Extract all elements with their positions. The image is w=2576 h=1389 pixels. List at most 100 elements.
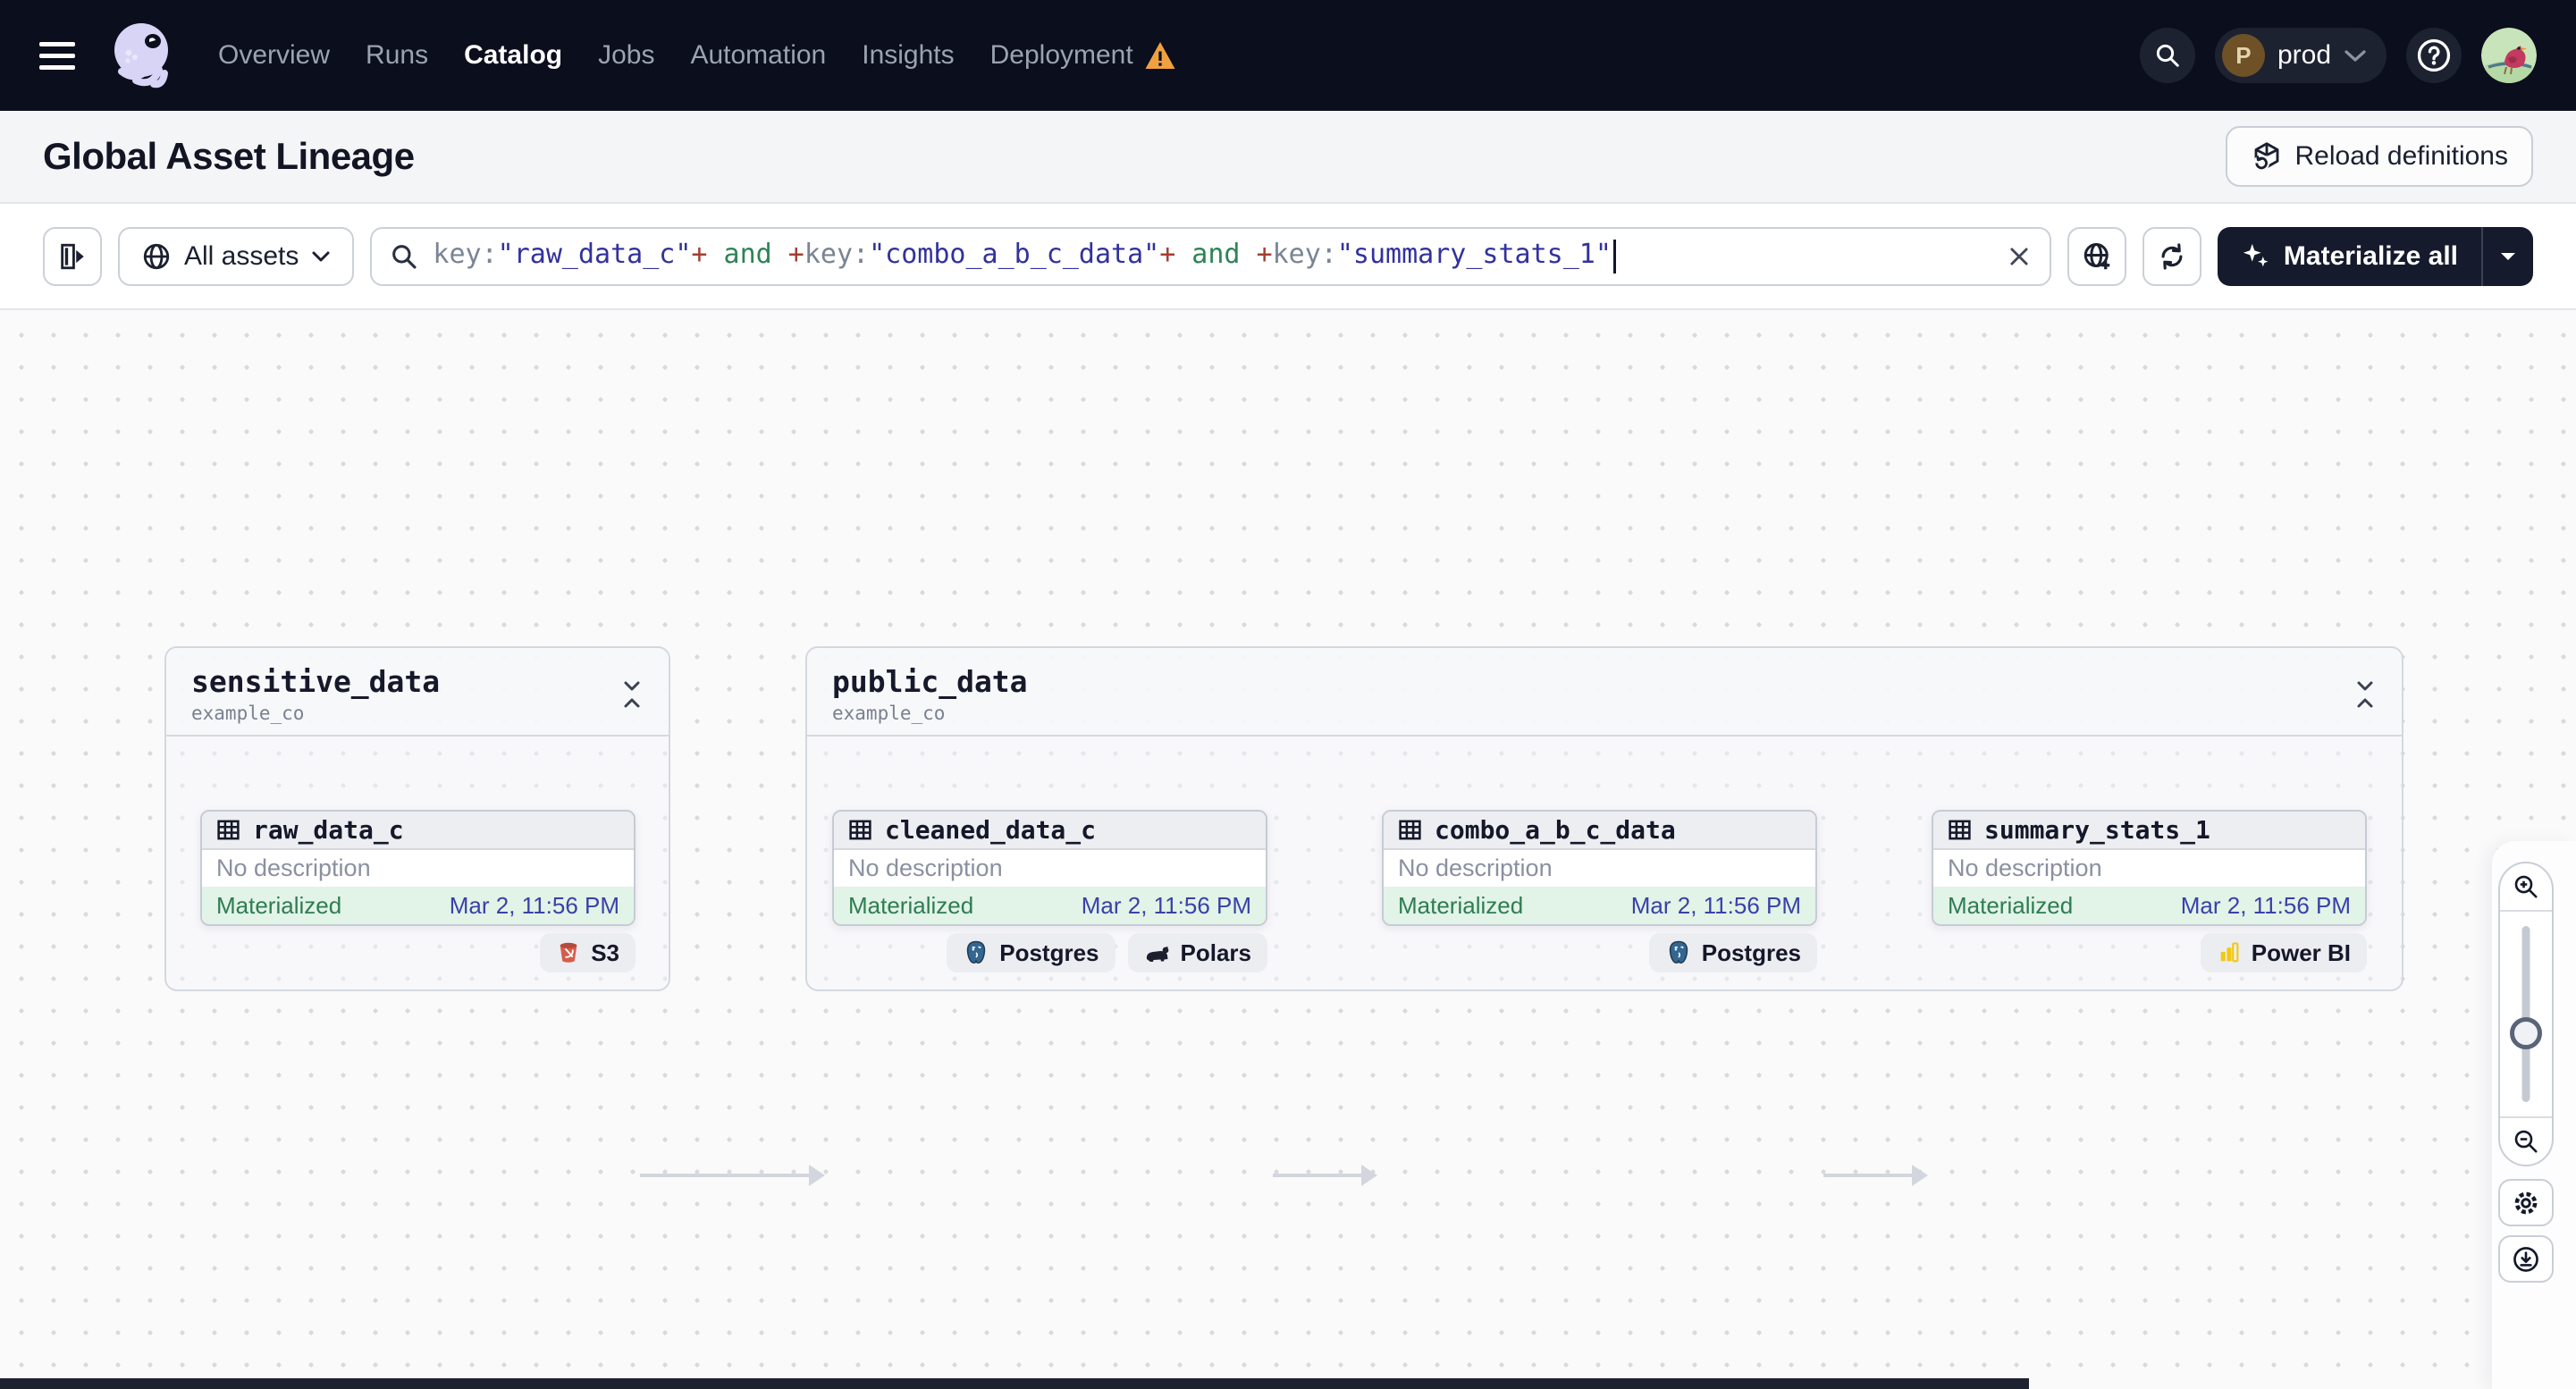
asset-name: cleaned_data_c <box>885 815 1097 845</box>
zoom-slider[interactable] <box>2500 912 2552 1116</box>
zoom-controls <box>2498 862 2554 1166</box>
query-token: + <box>787 239 804 271</box>
zoom-slider-thumb[interactable] <box>2510 1017 2542 1049</box>
user-avatar[interactable] <box>2481 28 2537 83</box>
query-token: "raw_data_c" <box>497 239 692 271</box>
toggle-sidebar-button[interactable] <box>43 226 102 286</box>
power-bi-icon <box>2217 940 2242 965</box>
asset-name: raw_data_c <box>253 815 404 845</box>
global-search-button[interactable] <box>2139 28 2195 83</box>
clear-search-icon[interactable] <box>2007 244 2032 269</box>
environment-switcher[interactable]: P prod <box>2214 28 2387 83</box>
query-token: + <box>1256 239 1273 271</box>
lineage-toolbar: All assets key:"raw_data_c"+ and +key:"c… <box>0 204 2576 310</box>
open-in-new-scope-button[interactable] <box>2067 226 2126 286</box>
asset-kind-badges: Postgres <box>1648 933 1817 972</box>
nav-item-catalog[interactable]: Catalog <box>464 40 562 71</box>
badge-s3[interactable]: S3 <box>540 933 636 972</box>
nav-item-runs[interactable]: Runs <box>366 40 428 71</box>
asset-kind-badges: Postgres Polars <box>947 933 1267 972</box>
badge-polars[interactable]: Polars <box>1127 933 1267 972</box>
asset-selection-query: key:"raw_data_c"+ and +key:"combo_a_b_c_… <box>433 239 1992 274</box>
nav-item-overview[interactable]: Overview <box>218 40 330 71</box>
nav-item-automation[interactable]: Automation <box>690 40 826 71</box>
collapse-group-icon[interactable] <box>620 679 644 710</box>
badge-postgres[interactable]: Postgres <box>1648 933 1817 972</box>
lineage-canvas[interactable]: sensitive_data example_co public_data ex… <box>0 310 2576 1389</box>
query-token: key: <box>433 239 498 271</box>
nav-item-insights[interactable]: Insights <box>862 40 954 71</box>
asset-node-cleaned-data-c[interactable]: cleaned_data_c No description Materializ… <box>832 810 1267 926</box>
nav-item-deployment[interactable]: Deployment <box>990 40 1176 71</box>
query-token: key: <box>804 239 870 271</box>
globe-plus-icon <box>2081 240 2113 273</box>
group-name: sensitive_data <box>191 664 441 699</box>
postgres-icon <box>1665 939 1692 966</box>
navbar-actions: P prod <box>2139 28 2537 83</box>
table-icon <box>847 817 873 843</box>
zoom-slider-track[interactable] <box>2521 926 2530 1102</box>
badge-power-bi[interactable]: Power BI <box>2200 933 2367 972</box>
group-code-location: example_co <box>191 703 305 724</box>
dagster-logo[interactable] <box>102 16 181 95</box>
zoom-out-button[interactable] <box>2500 1116 2552 1165</box>
query-token: + <box>1159 239 1176 271</box>
environment-initial-badge: P <box>2221 34 2265 77</box>
refresh-graph-button[interactable] <box>2142 226 2201 286</box>
nav-item-jobs[interactable]: Jobs <box>598 40 654 71</box>
asset-materialization-time[interactable]: Mar 2, 11:56 PM <box>1082 892 1251 920</box>
graph-settings-button[interactable] <box>2498 1179 2554 1226</box>
group-header[interactable]: public_data example_co <box>807 648 2402 737</box>
materialize-all-main[interactable]: Materialize all <box>2218 227 2481 286</box>
query-token: key: <box>1272 239 1337 271</box>
reload-cube-icon <box>2251 140 2283 173</box>
edge-raw-to-cleaned <box>640 1165 825 1186</box>
query-token: + <box>691 239 708 271</box>
asset-description: No description <box>848 854 1003 881</box>
asset-node-summary-stats-1[interactable]: summary_stats_1 No description Materiali… <box>1932 810 2367 926</box>
materialize-all-button[interactable]: Materialize all <box>2217 226 2533 286</box>
asset-name: combo_a_b_c_data <box>1435 815 1676 845</box>
asset-description: No description <box>1948 854 2102 881</box>
asset-scope-filter[interactable]: All assets <box>118 226 355 286</box>
sparkles-icon <box>2241 241 2271 272</box>
reload-definitions-button[interactable]: Reload definitions <box>2225 126 2533 187</box>
s3-bucket-icon <box>556 940 581 965</box>
group-header[interactable]: sensitive_data example_co <box>166 648 669 737</box>
materialize-options-caret[interactable] <box>2483 227 2533 286</box>
asset-node-combo-a-b-c-data[interactable]: combo_a_b_c_data No description Material… <box>1382 810 1817 926</box>
zoom-in-button[interactable] <box>2500 863 2552 912</box>
edge-cleaned-to-combo <box>1273 1165 1377 1186</box>
asset-description: No description <box>216 854 371 881</box>
asset-node-raw-data-c[interactable]: raw_data_c No description Materialized M… <box>200 810 636 926</box>
chevron-down-icon <box>2344 48 2367 63</box>
asset-name: summary_stats_1 <box>1984 815 2210 845</box>
panel-expand-icon <box>57 241 88 272</box>
asset-status: Materialized <box>1948 891 2074 919</box>
refresh-icon <box>2157 241 2187 272</box>
polars-icon <box>1144 942 1171 964</box>
search-icon <box>390 242 418 271</box>
asset-kind-badges: S3 <box>540 933 636 972</box>
bottom-edge-strip <box>0 1378 2029 1389</box>
asset-materialization-time[interactable]: Mar 2, 11:56 PM <box>1631 892 1801 920</box>
top-navbar: Overview Runs Catalog Jobs Automation In… <box>0 0 2576 111</box>
query-token: and <box>707 239 788 271</box>
hamburger-menu-icon[interactable] <box>39 41 79 70</box>
deployment-warning-icon <box>1144 40 1176 71</box>
search-icon <box>2154 42 2181 69</box>
asset-search-input[interactable]: key:"raw_data_c"+ and +key:"combo_a_b_c_… <box>370 226 2051 286</box>
postgres-icon <box>963 939 989 966</box>
badge-postgres[interactable]: Postgres <box>947 933 1115 972</box>
help-button[interactable] <box>2406 28 2462 83</box>
globe-icon <box>141 241 172 272</box>
asset-description: No description <box>1398 854 1553 881</box>
table-icon <box>1397 817 1423 843</box>
download-graph-button[interactable] <box>2498 1235 2554 1283</box>
collapse-group-icon[interactable] <box>2353 679 2377 710</box>
primary-nav: Overview Runs Catalog Jobs Automation In… <box>218 40 1176 71</box>
asset-materialization-time[interactable]: Mar 2, 11:56 PM <box>2181 892 2351 920</box>
group-name: public_data <box>832 664 1028 699</box>
text-cursor <box>1612 239 1616 274</box>
asset-materialization-time[interactable]: Mar 2, 11:56 PM <box>450 892 619 920</box>
